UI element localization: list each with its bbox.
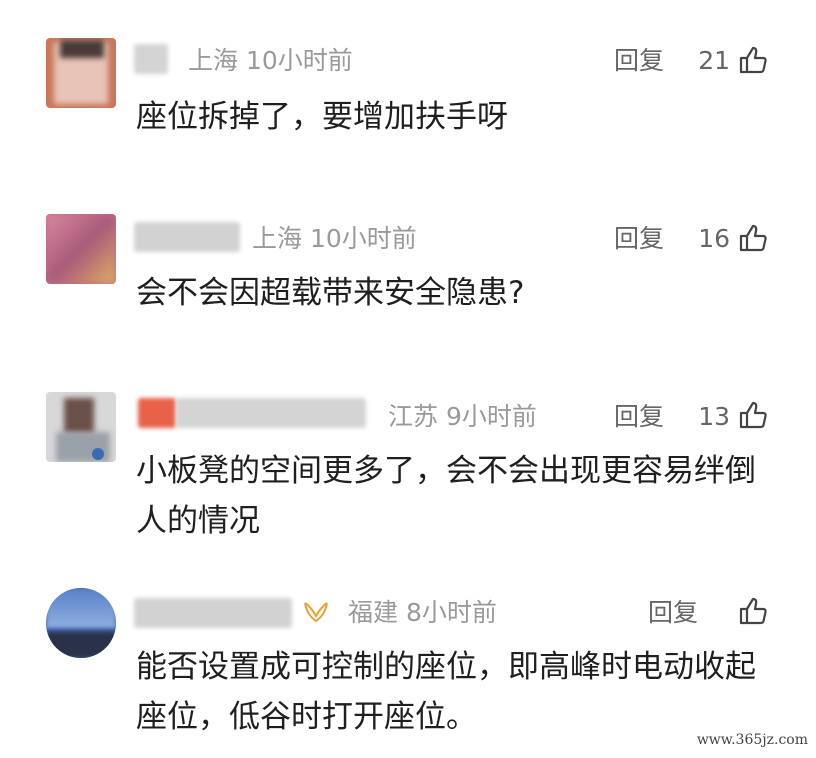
like-count: 21 [698, 46, 730, 75]
comment-text: 座位拆掉了，要增加扶手呀 [136, 99, 508, 135]
location: 上海 [252, 224, 303, 253]
timestamp: 10小时前 [309, 224, 417, 253]
comment-meta: 福建 8小时前 [348, 598, 497, 628]
comment-text: 能否设置成可控制的座位，即高峰时电动收起座位，低谷时打开座位。 [136, 649, 756, 735]
username[interactable] [134, 44, 168, 74]
avatar[interactable] [46, 588, 116, 658]
comment-meta: 上海 10小时前 [252, 224, 417, 254]
like-count: 13 [698, 402, 730, 431]
reply-button[interactable]: 回复 [614, 224, 664, 254]
timestamp: 10小时前 [245, 46, 353, 75]
reply-button[interactable]: 回复 [614, 402, 664, 432]
reply-button[interactable]: 回复 [648, 598, 698, 628]
username[interactable] [134, 222, 240, 252]
avatar[interactable] [46, 392, 116, 462]
comment-meta: 上海 10小时前 [188, 46, 353, 76]
username-blur [176, 398, 366, 428]
watermark: www.365jz.com [696, 732, 808, 748]
thumbs-up-icon[interactable] [738, 45, 768, 75]
vip-badge-icon [304, 602, 328, 623]
thumbs-up-icon[interactable] [738, 596, 768, 626]
avatar[interactable] [46, 214, 116, 284]
thumbs-up-icon[interactable] [738, 400, 768, 430]
location: 江苏 [388, 402, 439, 431]
timestamp: 9小时前 [445, 402, 537, 431]
location: 福建 [348, 598, 399, 627]
username[interactable] [134, 598, 292, 628]
comment-text: 会不会因超载带来安全隐患? [136, 275, 525, 311]
location: 上海 [188, 46, 239, 75]
like-count: 16 [698, 224, 730, 253]
thumbs-up-icon[interactable] [738, 223, 768, 253]
reply-button[interactable]: 回复 [614, 46, 664, 76]
comment-text: 小板凳的空间更多了，会不会出现更容易绊倒人的情况 [136, 453, 756, 539]
timestamp: 8小时前 [405, 598, 497, 627]
avatar[interactable] [46, 38, 116, 108]
username[interactable] [138, 398, 176, 428]
comment-meta: 江苏 9小时前 [388, 402, 537, 432]
